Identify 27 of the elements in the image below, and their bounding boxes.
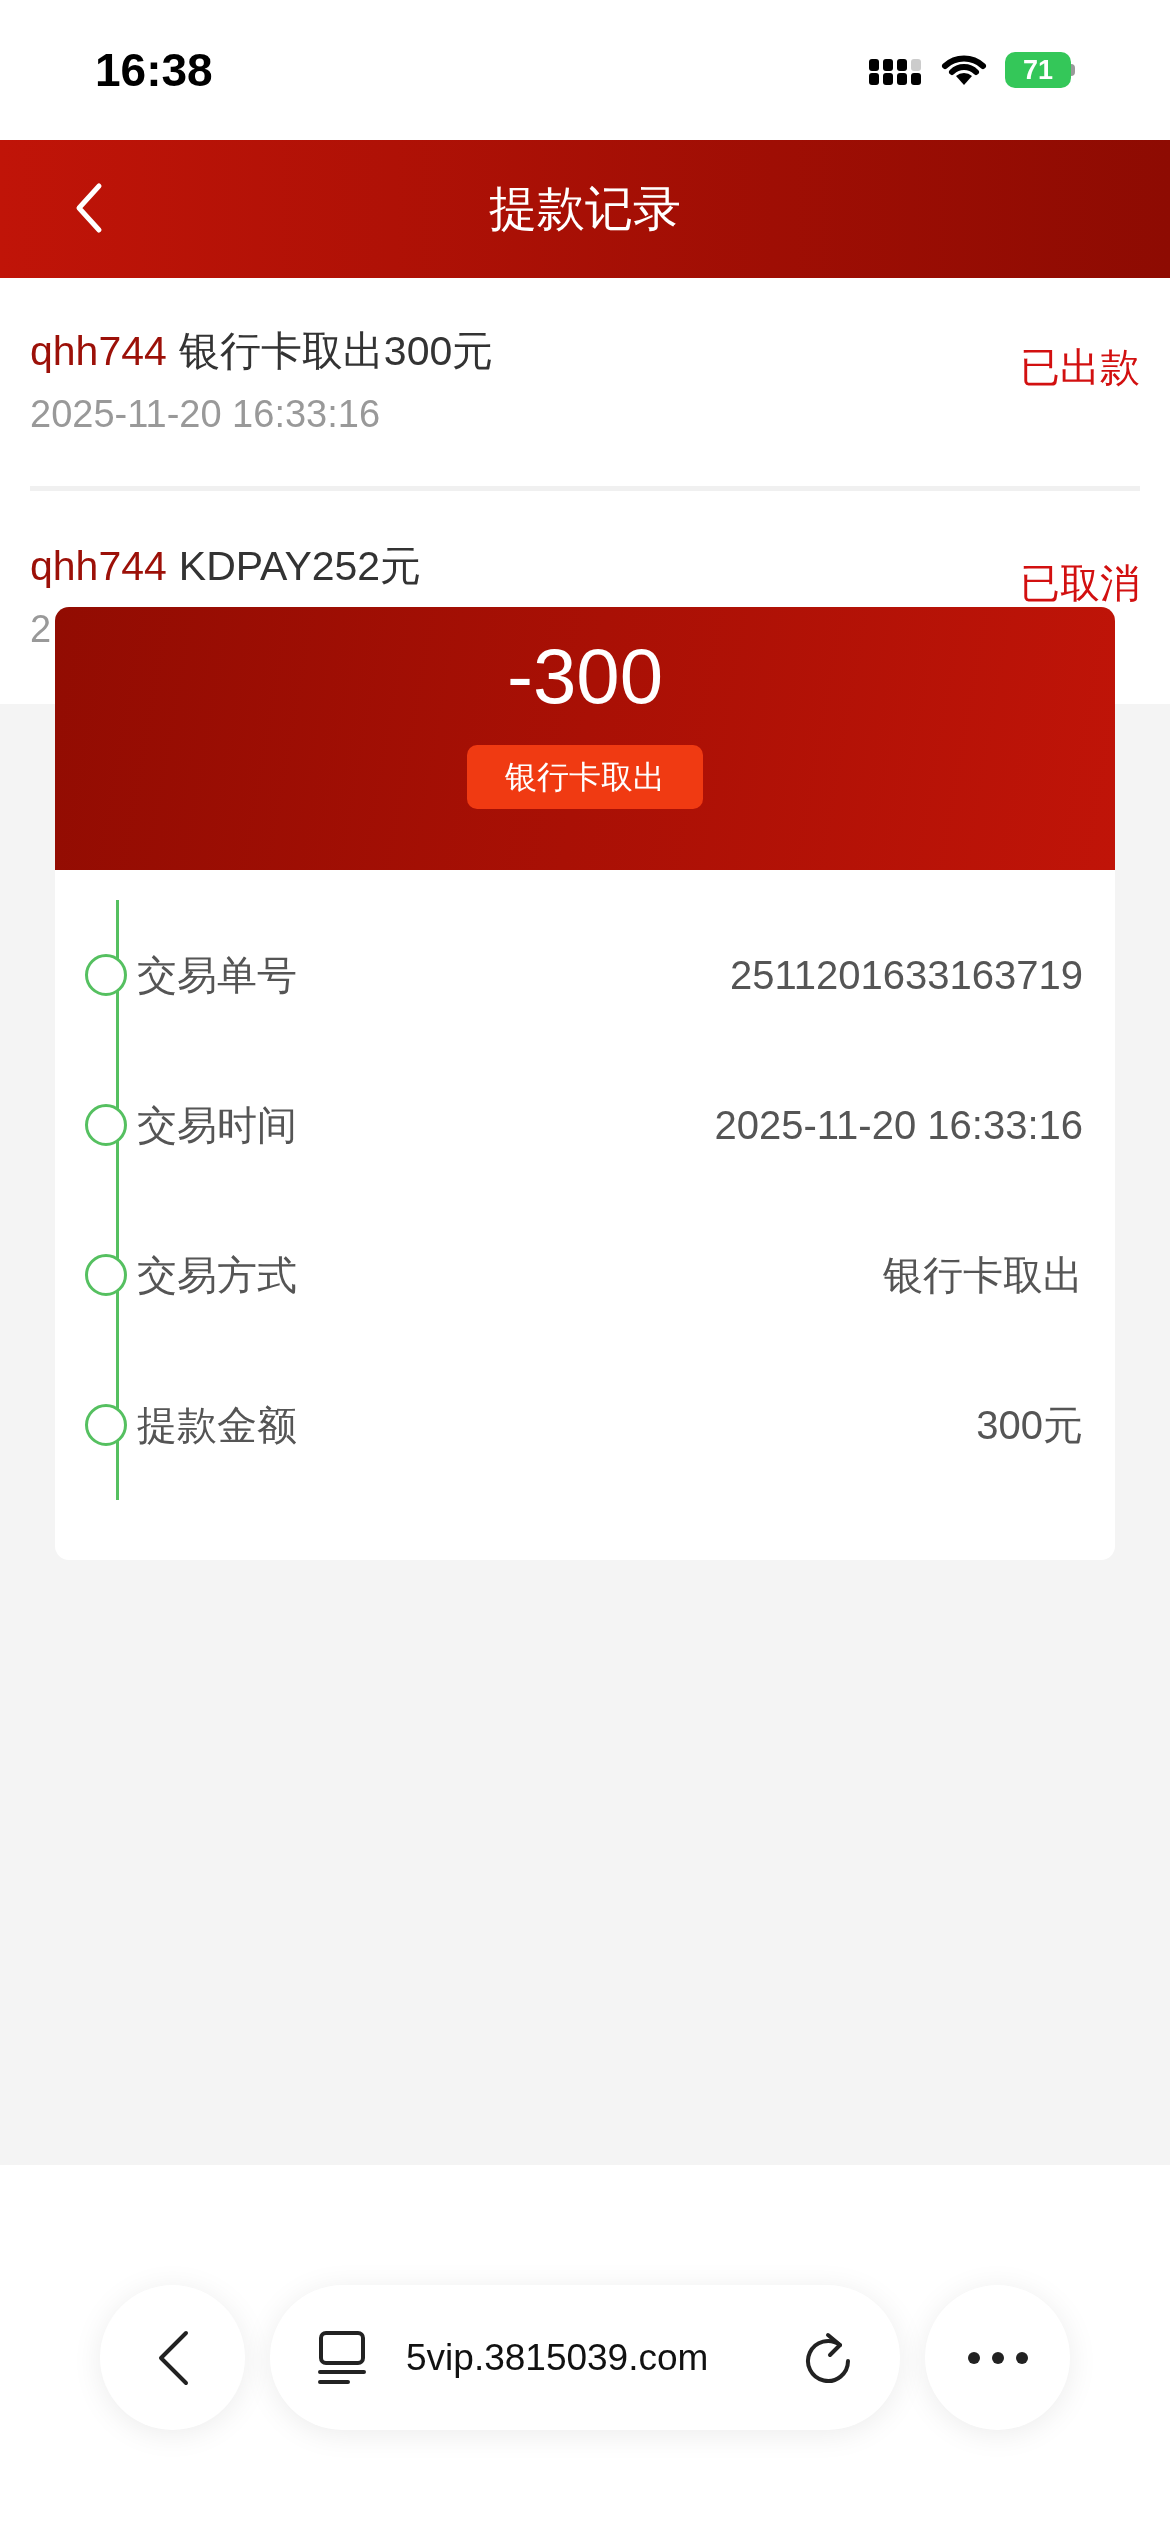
detail-label: 交易单号 (137, 952, 297, 999)
address-bar[interactable]: 5vip.3815039.com (270, 2285, 900, 2430)
detail-value: 2511201633163719 (730, 952, 1084, 999)
status-time: 16:38 (95, 42, 213, 98)
record-time: 2025-11-20 16:33:16 (30, 391, 382, 437)
record-status: 已出款 (1020, 347, 1140, 387)
record-description: 银行卡取出300元 (178, 326, 494, 376)
detail-value: 银行卡取出 (883, 1252, 1084, 1299)
method-tag: 银行卡取出 (467, 745, 703, 809)
detail-value: 2025-11-20 16:33:16 (714, 1102, 1084, 1149)
reload-icon (804, 2330, 852, 2385)
detail-label: 交易时间 (137, 1102, 297, 1149)
tabs-icon (318, 2329, 366, 2386)
detail-value: 300元 (976, 1402, 1084, 1449)
record-user: qhh744 (30, 326, 167, 376)
record-status: 已取消 (1020, 562, 1140, 603)
detail-label: 提款金额 (137, 1402, 297, 1449)
wifi-icon (941, 53, 987, 87)
battery-level: 71 (1022, 56, 1053, 84)
page-title: 提款记录 (489, 181, 681, 237)
record-description: KDPAY252元 (178, 542, 422, 592)
url-text: 5vip.3815039.com (406, 2335, 710, 2380)
record-time: 2 (30, 607, 53, 653)
amount-text: -300 (506, 637, 664, 715)
record-user: qhh744 (30, 542, 167, 592)
detail-label: 交易方式 (137, 1252, 297, 1299)
more-icon (966, 2350, 1029, 2365)
